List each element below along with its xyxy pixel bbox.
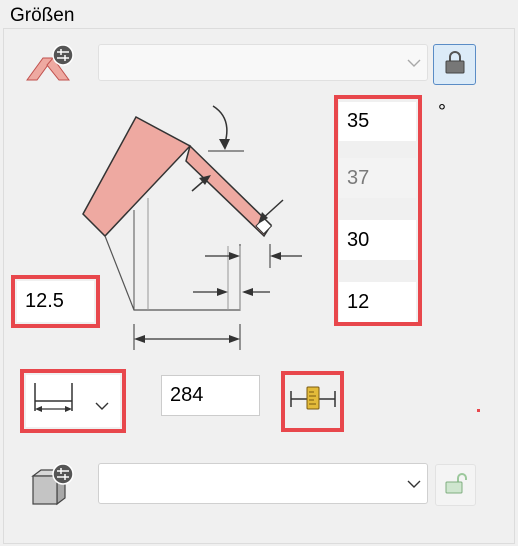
angle-field-1[interactable]: 35 [339, 102, 416, 141]
degree-unit-label: ° [438, 101, 446, 123]
lock-icon [444, 50, 466, 79]
material-settings-icon[interactable] [27, 462, 77, 508]
unlock-button[interactable] [435, 464, 476, 506]
profile-combo[interactable] [98, 44, 428, 81]
chevron-down-icon [407, 54, 421, 72]
unlock-icon [444, 471, 468, 500]
roof-profile-settings-icon[interactable] [25, 44, 75, 84]
length-type-dropdown[interactable] [26, 375, 120, 427]
roof-profile-diagram [70, 100, 310, 355]
marker-dot [477, 409, 480, 412]
chevron-down-icon [407, 475, 421, 493]
length-field[interactable]: 284 [161, 375, 260, 416]
angle-field-2[interactable]: 37 [339, 158, 416, 198]
chevron-down-icon [95, 397, 109, 415]
length-type-icon [30, 379, 78, 426]
angle-field-3[interactable]: 30 [339, 220, 416, 260]
group-title: Größen [9, 5, 76, 27]
measure-ruler-icon [289, 384, 337, 419]
angle-field-4[interactable]: 12 [339, 282, 416, 322]
lock-button[interactable] [433, 44, 476, 85]
left-value-field[interactable]: 12.5 [17, 281, 94, 322]
material-combo[interactable] [98, 463, 428, 504]
measure-button[interactable] [287, 377, 338, 426]
